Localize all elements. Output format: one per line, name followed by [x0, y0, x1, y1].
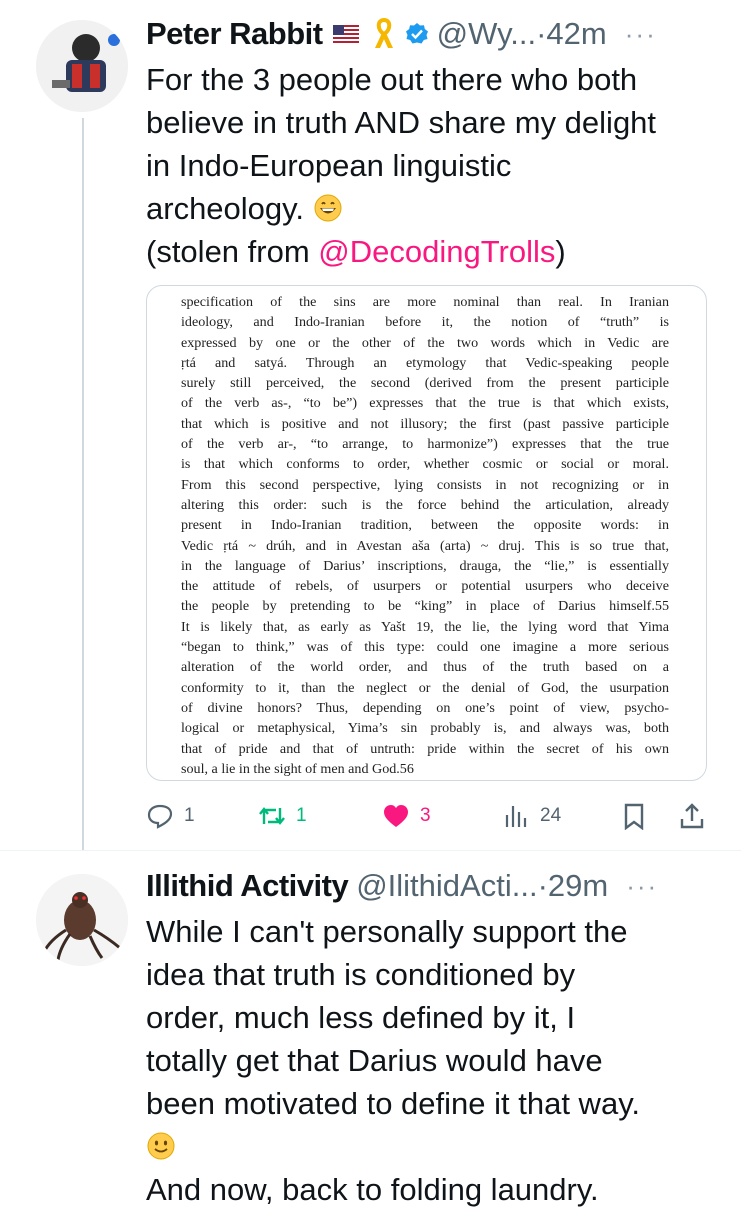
page-line: alteration of the world order, and thus … — [181, 659, 669, 676]
page-line: surely still perceived, the second (deri… — [181, 375, 669, 392]
tweet-text-line: While I can't personally support the — [146, 914, 628, 949]
ribbon-icon — [374, 18, 393, 48]
stolen-prefix: (stolen from — [146, 234, 319, 269]
attached-image[interactable]: specification of the sins are more nomin… — [146, 285, 707, 781]
tweet-text-line: believe in truth AND share my delight — [146, 105, 657, 140]
tweet-text-line: in Indo-European linguistic — [146, 148, 512, 183]
timestamp[interactable]: ·42m — [536, 16, 607, 52]
tweet-header: Peter Rabbit @Wy... ·42m ··· — [146, 14, 657, 54]
page-line: soul, a lie in the sight of men and God.… — [181, 760, 414, 777]
page-line: It is likely that, as early as Yašt 19, … — [181, 618, 669, 635]
more-options-icon[interactable]: ··· — [626, 871, 658, 902]
avatar[interactable] — [36, 20, 128, 112]
page-line: ṛtá and satyá. Through an etymology that… — [181, 354, 669, 371]
author-name[interactable]: Peter Rabbit — [146, 16, 323, 52]
avatar[interactable] — [36, 874, 128, 966]
book-page-text: specification of the sins are more nomin… — [181, 292, 669, 779]
flag-icon — [332, 25, 359, 43]
page-line: Vedic ṛtá ~ drúh, and in Avestan aša (ar… — [181, 537, 669, 554]
page-line: of the verb as-, “to be”) expresses that… — [181, 395, 669, 412]
bookmark-icon — [624, 803, 644, 830]
author-handle[interactable]: @Wy... — [437, 16, 537, 52]
like-button[interactable]: 3 — [382, 796, 431, 836]
page-line: that of pride and that of untruth: pride… — [181, 740, 669, 757]
tweet-text-line: For the 3 people out there who both — [146, 62, 638, 97]
bookmark-button[interactable] — [620, 796, 648, 836]
views-icon — [505, 806, 527, 827]
page-line: “began to think,” was of this type: coul… — [181, 639, 669, 656]
page-line: in the language of Darius’ inscriptions,… — [181, 557, 669, 574]
tweet-text: While I can't personally support the ide… — [146, 910, 706, 1211]
page-line: ideology, and Indo-Iranian before it, th… — [181, 314, 669, 331]
tweet-text-line: And now, back to folding laundry. — [146, 1172, 599, 1207]
tweet-text-line: order, much less defined by it, I — [146, 1000, 576, 1035]
repost-icon — [259, 807, 285, 825]
views-count: 24 — [540, 805, 562, 826]
reply-count: 1 — [184, 805, 195, 826]
share-button[interactable] — [678, 796, 706, 836]
page-line: of the verb ar-, “to arrange, to harmoni… — [181, 436, 669, 453]
reply-button[interactable]: 1 — [146, 796, 195, 836]
page-line: From this second perspective, lying cons… — [181, 476, 669, 493]
author-name[interactable]: Illithid Activity — [146, 868, 349, 904]
slightly-smiling-face-icon — [147, 1132, 175, 1160]
stolen-suffix: ) — [555, 234, 566, 269]
page-line: conformity to it, than the neglect or th… — [181, 679, 669, 696]
share-icon — [680, 803, 704, 829]
views-button[interactable]: 24 — [502, 796, 561, 836]
repost-button[interactable]: 1 — [258, 796, 307, 836]
page-line: expressed by one or the other of the two… — [181, 334, 669, 351]
tweet-text-line: idea that truth is conditioned by — [146, 957, 576, 992]
page-line: altering this order: such is the force b… — [181, 496, 669, 513]
avatar-image — [36, 874, 128, 966]
grinning-face-icon — [314, 194, 342, 222]
tweet-text-line: been motivated to define it that way. — [146, 1086, 641, 1121]
tweet-header: Illithid Activity @IlithidActi... ·29m ·… — [146, 866, 658, 906]
reply-icon — [147, 804, 173, 829]
page-line: specification of the sins are more nomin… — [181, 294, 669, 310]
tweet-text-line: totally get that Darius would have — [146, 1043, 603, 1078]
page-line: the people by pretending to be “king” in… — [181, 598, 669, 615]
tweet-actions: 1 1 3 24 — [146, 796, 706, 836]
tweet-divider — [0, 850, 741, 851]
like-count: 3 — [420, 805, 431, 826]
page-line: that which is positive and not illusory;… — [181, 415, 669, 432]
page-line: the attitude of rebels, of usurpers or p… — [181, 578, 669, 595]
thread-line — [82, 118, 84, 850]
heart-icon — [384, 805, 408, 827]
mention-link[interactable]: @DecodingTrolls — [318, 234, 555, 269]
page-line: is that which conforms to order, whether… — [181, 456, 669, 473]
page-line: of divine honors? Thus, depending on one… — [181, 699, 669, 716]
tweet-text-line: archeology. — [146, 191, 304, 226]
author-handle[interactable]: @IlithidActi... — [356, 868, 537, 904]
page-line: present in Indo-Iranian tradition, betwe… — [181, 517, 669, 534]
repost-count: 1 — [296, 805, 307, 826]
tweet-text: For the 3 people out there who both beli… — [146, 58, 706, 273]
verified-icon — [405, 23, 428, 44]
more-options-icon[interactable]: ··· — [625, 19, 657, 50]
timestamp[interactable]: ·29m — [538, 868, 609, 904]
avatar-image — [36, 20, 128, 112]
page-line: logical or metaphysical, Yima’s sin prob… — [181, 720, 669, 737]
